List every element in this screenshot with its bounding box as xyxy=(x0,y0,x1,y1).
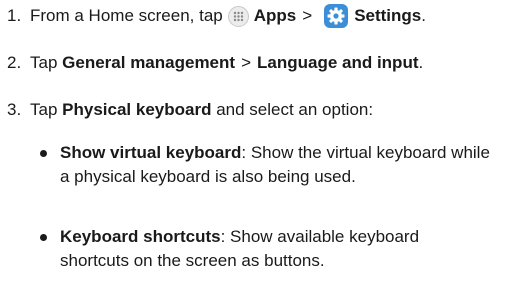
step-number: 3. xyxy=(7,100,22,119)
step-number: 1. xyxy=(7,6,22,25)
settings-gear-icon xyxy=(324,4,349,28)
step-suffix: . xyxy=(418,53,424,72)
option-keyboard-shortcuts: Keyboard shortcuts: Show available keybo… xyxy=(38,225,498,273)
settings-label: Settings xyxy=(354,6,422,25)
option-text: Show virtual keyboard: Show the virtual … xyxy=(60,141,490,189)
step-text: From a Home screen, tap xyxy=(30,6,223,25)
option-text: Keyboard shortcuts: Show available keybo… xyxy=(60,225,490,273)
apps-label: Apps xyxy=(253,6,297,25)
step-1: 1. From a Home screen, tap Apps > Settin… xyxy=(7,4,426,28)
bullet-icon xyxy=(40,234,47,241)
language-and-input-label: Language and input xyxy=(257,53,419,72)
physical-keyboard-label: Physical keyboard xyxy=(62,100,212,119)
path-separator: > xyxy=(302,6,313,25)
bullet-icon xyxy=(40,150,47,157)
step-suffix: and select an option: xyxy=(216,100,374,119)
step-2: 2. Tap General management > Language and… xyxy=(7,52,423,74)
step-3: 3. Tap Physical keyboard and select an o… xyxy=(7,99,373,121)
apps-grid-icon xyxy=(227,5,249,27)
general-management-label: General management xyxy=(62,53,236,72)
option-show-virtual-keyboard: Show virtual keyboard: Show the virtual … xyxy=(38,141,498,189)
path-separator: > xyxy=(241,53,251,72)
option-title: Show virtual keyboard xyxy=(60,143,242,162)
step-text: Tap xyxy=(30,100,58,119)
option-title: Keyboard shortcuts xyxy=(60,227,221,246)
instructions-page: 1. From a Home screen, tap Apps > Settin… xyxy=(0,0,505,291)
step-text: Tap xyxy=(30,53,58,72)
step-suffix: . xyxy=(421,6,426,25)
step-number: 2. xyxy=(7,53,22,72)
